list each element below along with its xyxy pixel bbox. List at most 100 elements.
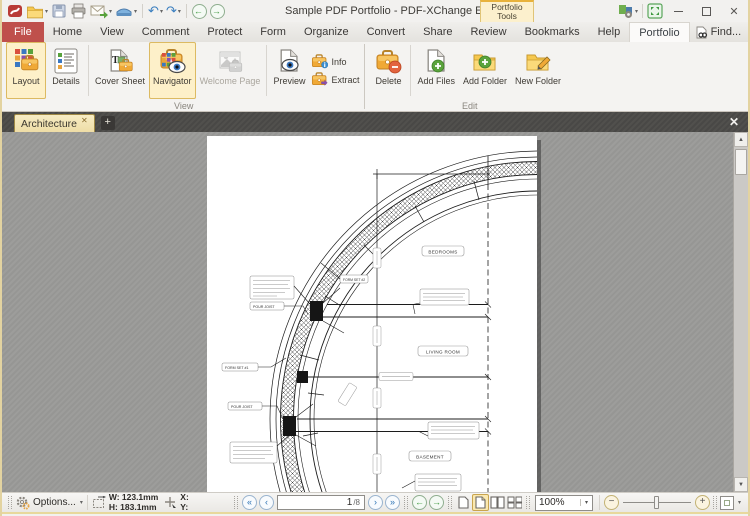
zoom-in-button[interactable]: + — [695, 495, 710, 510]
prev-page-button[interactable]: ‹ — [259, 495, 274, 510]
ribbon: Layout Details T Cover Sheet Navigator — [2, 42, 748, 112]
details-icon — [53, 46, 79, 76]
zoom-dropdown-icon[interactable]: ▾ — [580, 499, 592, 506]
room-label-bedrooms: BEDROOMS — [422, 246, 464, 256]
fullscreen-button[interactable] — [646, 2, 664, 20]
zoom-level-select[interactable]: 100% ▾ — [535, 495, 593, 511]
next-page-button[interactable]: › — [368, 495, 383, 510]
toolbar-grip[interactable] — [448, 496, 452, 509]
zoom-out-button[interactable]: − — [604, 495, 619, 510]
toolbar-grip[interactable] — [713, 496, 717, 509]
undo-button[interactable]: ↶▾ — [147, 2, 164, 20]
fit-page-button[interactable]: ▾ — [720, 496, 741, 510]
menu-view[interactable]: View — [91, 22, 133, 42]
find-button[interactable]: Find... — [690, 26, 747, 39]
menu-organize[interactable]: Organize — [295, 22, 358, 42]
delete-icon — [374, 46, 402, 76]
zoom-slider-handle[interactable] — [654, 496, 659, 509]
history-forward-button[interactable]: → — [210, 4, 225, 19]
redo-dropdown-icon[interactable]: ▾ — [178, 8, 181, 15]
vertical-scrollbar[interactable]: ▲ ▼ — [733, 132, 748, 492]
svg-text:BASEMENT: BASEMENT — [416, 454, 444, 459]
email-button[interactable]: ▾ — [89, 2, 113, 20]
zoom-slider[interactable] — [623, 495, 691, 510]
new-tab-button[interactable]: + — [101, 116, 115, 130]
details-button[interactable]: Details — [46, 42, 86, 99]
layout-button[interactable]: Layout — [6, 42, 46, 99]
status-bar: Options... ▾ W: 123.1mmH: 183.1mm X:Y: «… — [2, 492, 748, 514]
continuous-page-button[interactable] — [472, 494, 489, 511]
view-forward-button[interactable]: → — [429, 495, 444, 510]
single-page-button[interactable] — [455, 494, 472, 511]
annotation-note — [402, 474, 461, 491]
extract-button[interactable]: Extract — [311, 72, 359, 87]
preview-button[interactable]: Preview — [269, 42, 309, 99]
menu-portfolio[interactable]: Portfolio — [629, 22, 689, 42]
menu-convert[interactable]: Convert — [358, 22, 415, 42]
fit-dropdown-icon[interactable]: ▾ — [738, 499, 741, 506]
save-button[interactable] — [50, 2, 68, 20]
architecture-drawing: BEDROOMS LIVING ROOM BASEMENT — [207, 136, 537, 492]
menu-bookmarks[interactable]: Bookmarks — [516, 22, 589, 42]
ui-options-button[interactable]: ▾ — [617, 2, 639, 20]
delete-button[interactable]: Delete — [368, 42, 408, 99]
toolbar-grip[interactable] — [234, 496, 238, 509]
svg-text:BEDROOMS: BEDROOMS — [428, 249, 457, 254]
menu-form[interactable]: Form — [251, 22, 295, 42]
annotation-note — [413, 289, 469, 314]
annotation-pour-joist-1: POUR JOIST — [250, 302, 308, 314]
app-logo-icon[interactable] — [6, 2, 24, 20]
menu-comment[interactable]: Comment — [133, 22, 199, 42]
two-page-button[interactable] — [489, 494, 506, 511]
new-folder-icon — [524, 46, 552, 76]
window-title: Sample PDF Portfolio - PDF-XChange Edito… — [285, 0, 504, 22]
toolbar-grip[interactable] — [526, 496, 530, 509]
open-dropdown-icon[interactable]: ▾ — [45, 8, 48, 15]
ui-options-dropdown-icon[interactable]: ▾ — [635, 8, 638, 15]
toolbar-grip[interactable] — [8, 496, 12, 509]
view-back-button[interactable]: ← — [412, 495, 427, 510]
page-number-field[interactable]: 1/8 — [277, 495, 365, 510]
tab-close-icon[interactable]: ✕ — [81, 116, 88, 125]
scan-button[interactable]: ▾ — [114, 2, 138, 20]
new-folder-button[interactable]: New Folder — [511, 42, 565, 99]
minimize-button[interactable] — [664, 1, 692, 21]
maximize-button[interactable] — [692, 1, 720, 21]
group-label-edit: Edit — [368, 101, 571, 111]
redo-button[interactable]: ↷▾ — [165, 2, 182, 20]
first-page-button[interactable]: « — [242, 495, 257, 510]
last-page-button[interactable]: » — [385, 495, 400, 510]
cover-sheet-button[interactable]: T Cover Sheet — [91, 42, 149, 99]
add-folder-button[interactable]: Add Folder — [459, 42, 511, 99]
menu-review[interactable]: Review — [461, 22, 515, 42]
two-page-continuous-button[interactable] — [506, 494, 523, 511]
info-button[interactable]: Info — [311, 54, 359, 69]
add-files-button[interactable]: Add Files — [413, 42, 459, 99]
welcome-page-button[interactable]: Welcome Page — [196, 42, 265, 99]
menu-file[interactable]: File — [2, 22, 44, 42]
menu-help[interactable]: Help — [589, 22, 630, 42]
menu-protect[interactable]: Protect — [198, 22, 251, 42]
add-files-icon — [423, 46, 449, 76]
menu-home[interactable]: Home — [44, 22, 91, 42]
annotation-note — [419, 422, 479, 439]
email-dropdown-icon[interactable]: ▾ — [109, 8, 112, 15]
scroll-down-icon[interactable]: ▼ — [734, 477, 748, 492]
scan-dropdown-icon[interactable]: ▾ — [134, 8, 137, 15]
scrollbar-thumb[interactable] — [735, 149, 747, 175]
tab-architecture[interactable]: Architecture ✕ — [14, 114, 95, 132]
toolbar-separator — [186, 4, 187, 18]
close-document-icon[interactable]: ✕ — [726, 115, 742, 129]
close-button[interactable]: ✕ — [720, 1, 748, 21]
menu-share[interactable]: Share — [414, 22, 461, 42]
options-dropdown-icon[interactable]: ▾ — [80, 499, 83, 506]
navigator-button[interactable]: Navigator — [149, 42, 196, 99]
open-button[interactable]: ▾ — [25, 2, 49, 20]
undo-dropdown-icon[interactable]: ▾ — [160, 8, 163, 15]
history-back-button[interactable]: ← — [192, 4, 207, 19]
options-button[interactable]: Options... ▾ — [15, 496, 83, 510]
scroll-up-icon[interactable]: ▲ — [734, 132, 748, 147]
print-button[interactable] — [69, 2, 88, 20]
toolbar-grip[interactable] — [404, 496, 408, 509]
portfolio-tools-tab[interactable]: Portfolio Tools — [480, 0, 534, 22]
